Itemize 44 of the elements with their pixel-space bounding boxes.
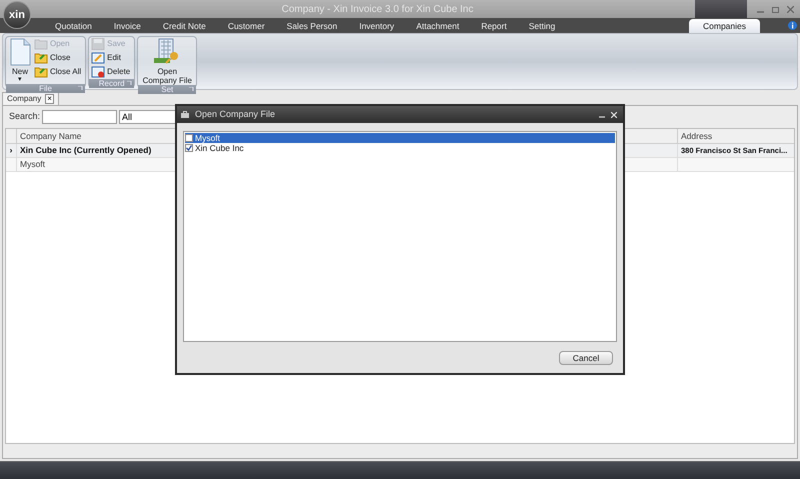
launcher-icon[interactable] <box>78 86 84 91</box>
search-field[interactable] <box>42 110 118 124</box>
edit-icon <box>91 52 106 64</box>
document-tab[interactable]: Company × <box>2 92 59 105</box>
search-label: Search: <box>9 110 40 124</box>
delete-icon <box>91 66 106 78</box>
ribbon-button[interactable]: Edit <box>91 51 132 65</box>
column-header[interactable]: Address <box>678 129 794 143</box>
row-indicator: › <box>10 144 12 157</box>
menu-tab[interactable]: Attachment <box>405 19 470 33</box>
ribbon-button[interactable]: Close All <box>34 65 84 79</box>
group-label: Record <box>98 79 125 88</box>
ribbon-button[interactable]: Open Company File <box>140 37 194 85</box>
group-label: File <box>39 84 52 93</box>
info-icon[interactable] <box>788 21 797 30</box>
table-cell: Mysoft <box>20 159 46 169</box>
menu-tab[interactable]: Inventory <box>348 19 406 33</box>
menu-tab[interactable]: Invoice <box>102 19 152 33</box>
menu-tab[interactable]: Setting <box>518 19 566 33</box>
checkbox[interactable] <box>185 134 193 142</box>
menu-tab[interactable]: Quotation <box>44 19 103 33</box>
list-item[interactable]: Mysoft <box>185 133 615 143</box>
document-icon <box>9 38 31 66</box>
briefcase-icon <box>181 111 189 118</box>
ribbon-button[interactable]: Delete <box>91 65 132 79</box>
menu-tab[interactable]: Customer <box>216 19 276 33</box>
close-tab-button[interactable]: × <box>45 94 54 104</box>
checkbox[interactable] <box>185 144 193 152</box>
menu-tab[interactable]: Companies <box>689 19 760 33</box>
window-title: Company - Xin Invoice 3.0 for Xin Cube Inc <box>282 2 474 16</box>
launcher-icon[interactable] <box>189 87 194 92</box>
menu-tab[interactable]: Sales Person <box>276 19 348 33</box>
table-cell: Xin Cube Inc (Currently Opened) <box>20 145 152 155</box>
launcher-icon[interactable] <box>127 81 132 86</box>
ribbon-button[interactable]: Close <box>34 51 84 65</box>
folder-icon <box>34 52 48 64</box>
cancel-button[interactable]: Cancel <box>559 351 613 365</box>
folder-icon <box>34 66 48 78</box>
restore-icon[interactable] <box>772 6 779 12</box>
menu-tab[interactable]: Report <box>470 19 518 33</box>
menu-tab[interactable]: Credit Note <box>152 19 217 33</box>
list-item[interactable]: Xin Cube Inc <box>185 143 615 153</box>
folder-icon <box>34 38 48 50</box>
group-label: Set <box>161 85 174 94</box>
